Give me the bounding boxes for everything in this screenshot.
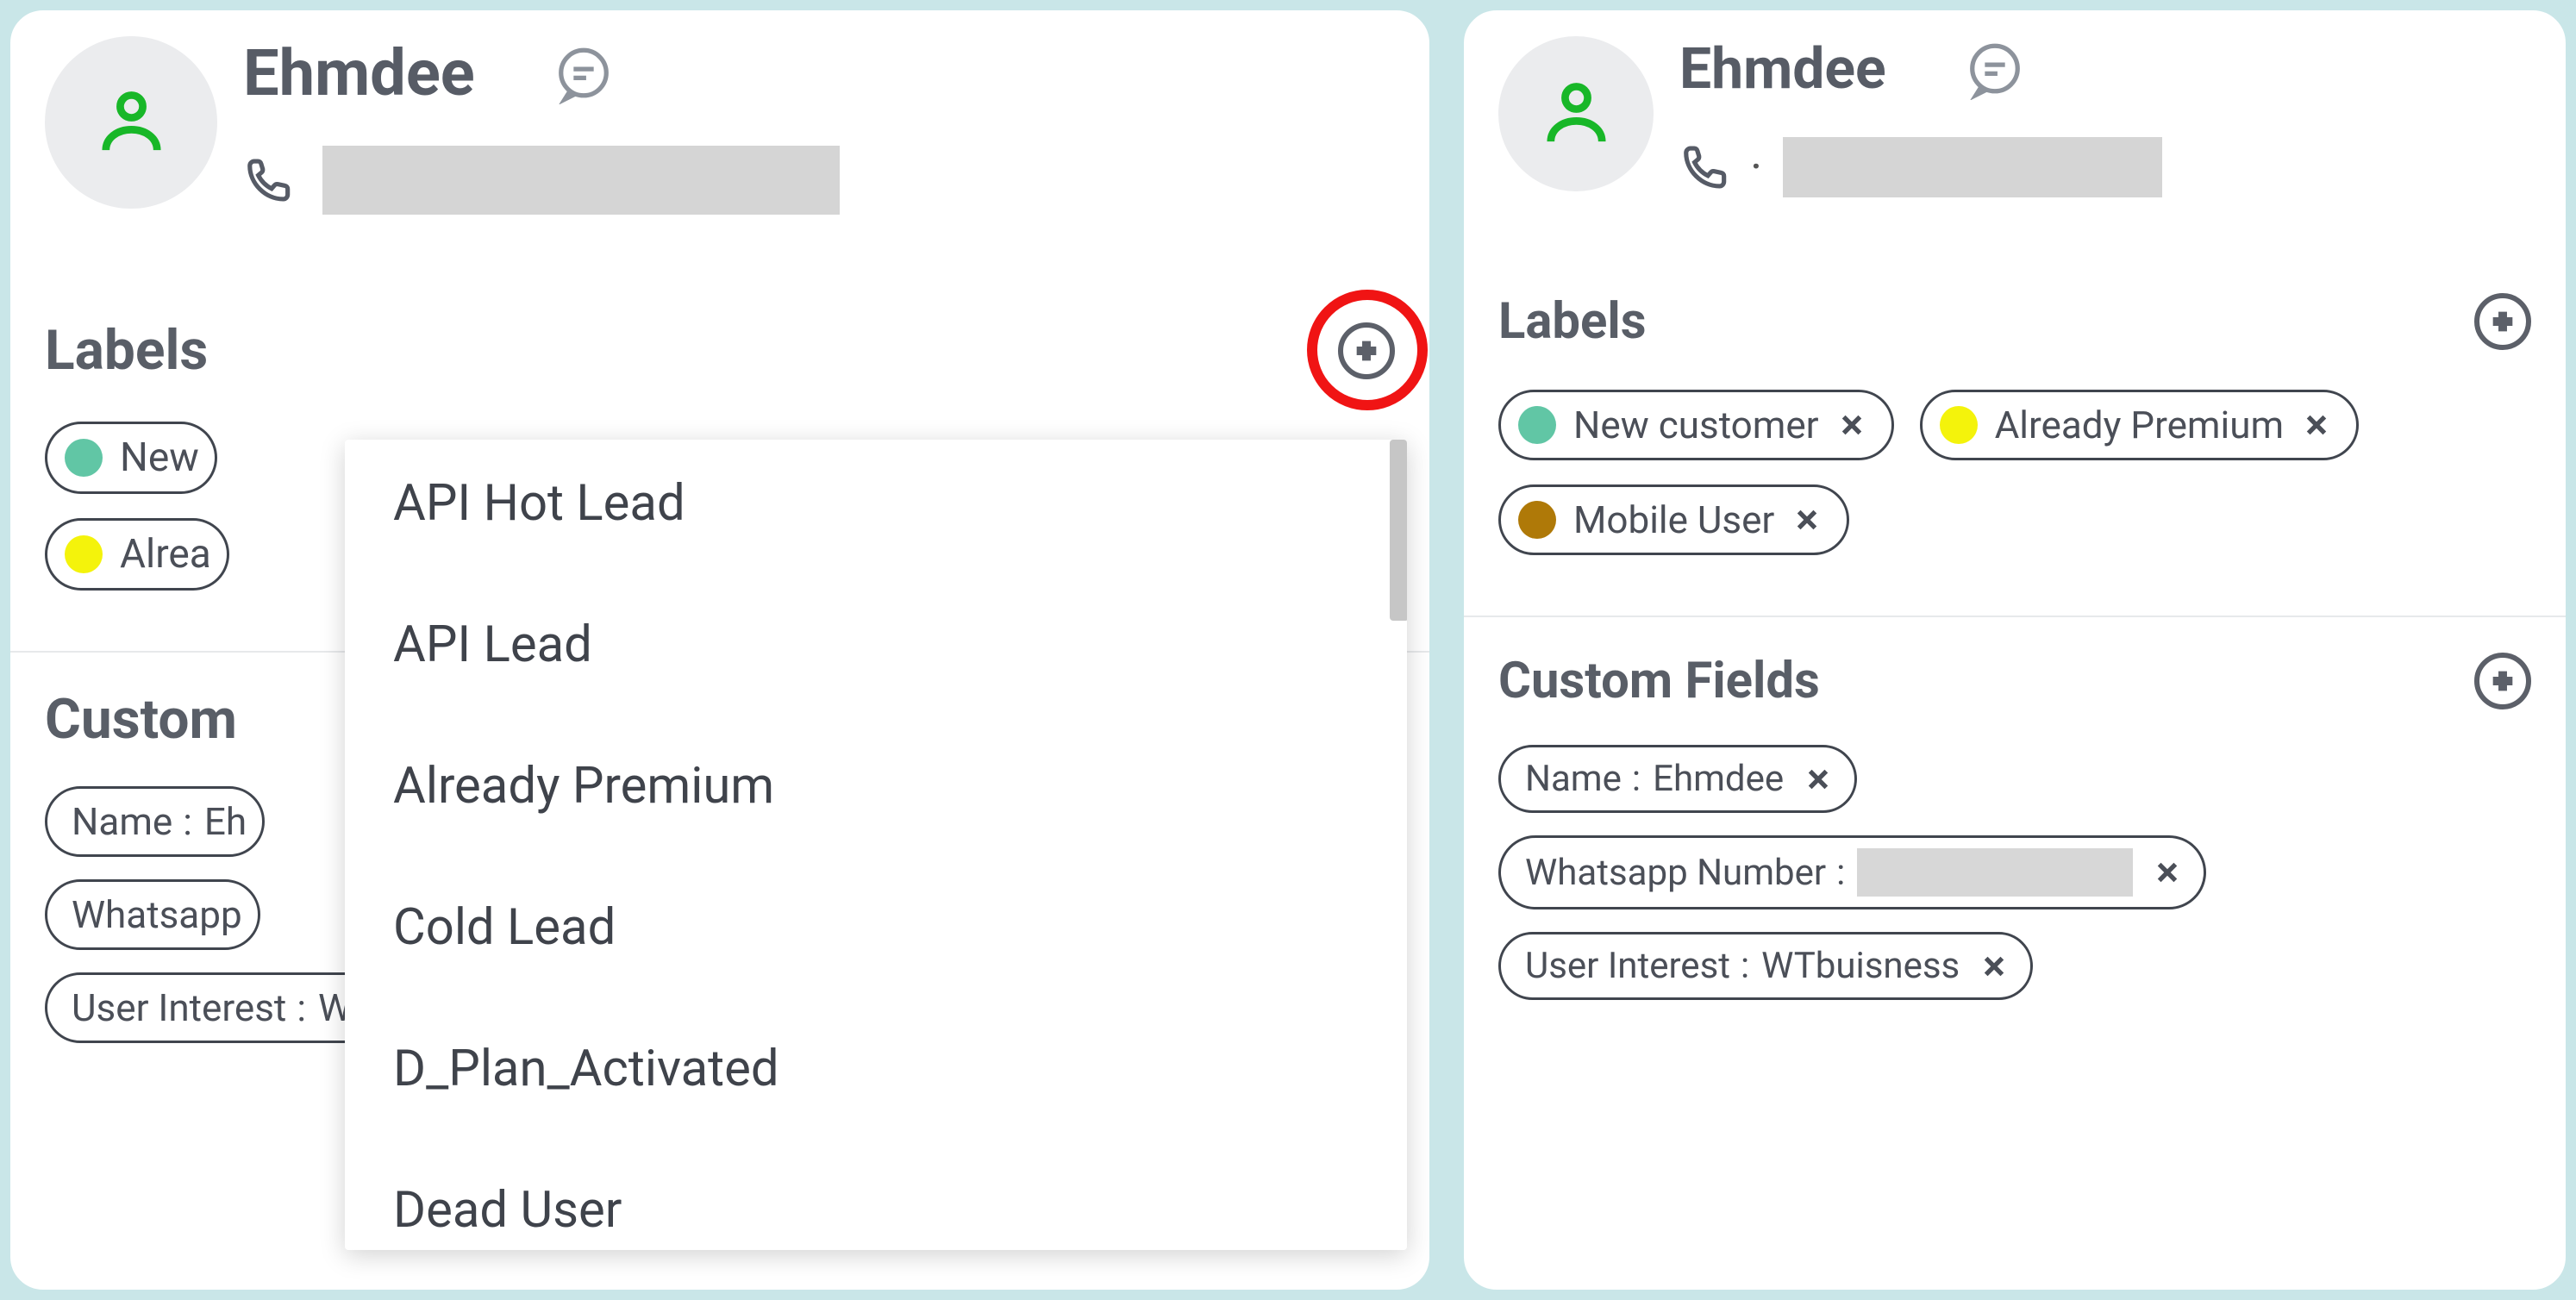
field-name: User Interest (1525, 945, 1730, 987)
dropdown-scrollbar[interactable] (1390, 440, 1407, 621)
custom-field-chip[interactable]: User Interest : WTbuisness (1498, 932, 2033, 1000)
add-custom-field-button[interactable] (2474, 653, 2531, 709)
divider (1464, 616, 2566, 617)
field-value-redacted (1857, 848, 2133, 897)
field-name: Name (72, 799, 172, 844)
label-color-dot (1940, 406, 1978, 444)
plus-icon (2488, 307, 2517, 336)
label-text: Alrea (120, 531, 211, 578)
phone-dot: · (1750, 141, 1762, 195)
contact-info: Ehmdee · (1679, 36, 2531, 197)
field-name: Name (1525, 758, 1622, 800)
phone-icon (243, 153, 297, 207)
labels-header: Labels (45, 318, 1395, 383)
custom-fields-list: Name : Ehmdee Whatsapp Number : User Int… (1498, 745, 2531, 1000)
field-value: Eh (204, 799, 247, 844)
remove-field-icon[interactable] (1979, 951, 2010, 982)
custom-fields-header: Custom Fields (1498, 652, 2531, 710)
label-color-dot (65, 535, 103, 573)
plus-icon (2488, 666, 2517, 696)
contact-header: Ehmdee (45, 28, 1395, 215)
dropdown-item[interactable]: Already Premium (345, 722, 1407, 850)
field-name: Whatsapp Number (1525, 852, 1826, 894)
dropdown-item[interactable]: API Lead (345, 581, 1407, 709)
label-text: New customer (1573, 403, 1819, 447)
custom-field-chip[interactable]: Whatsapp (45, 879, 260, 950)
label-text: Already Premium (1995, 403, 2284, 447)
contact-name: Ehmdee (243, 36, 475, 111)
label-dropdown[interactable]: API Hot Lead API Lead Already Premium Co… (345, 440, 1407, 1250)
label-chip[interactable]: Already Premium (1920, 390, 2359, 460)
remove-field-icon[interactable] (1803, 764, 1834, 795)
avatar (1498, 36, 1654, 191)
person-icon (91, 82, 172, 164)
label-chip[interactable]: Mobile User (1498, 484, 1849, 555)
label-text: Mobile User (1573, 497, 1774, 542)
custom-fields-title: Custom (45, 687, 237, 752)
field-name: Whatsapp (72, 892, 242, 937)
remove-label-icon[interactable] (1836, 409, 1867, 441)
add-label-button[interactable] (2474, 293, 2531, 350)
field-value: WTbuisness (1761, 945, 1960, 987)
plus-icon (1352, 336, 1381, 366)
labels-title: Labels (45, 318, 208, 383)
contact-panel-right: Ehmdee · Labels (1454, 0, 2576, 1300)
chat-icon[interactable] (1964, 39, 2026, 101)
dropdown-item[interactable]: Dead User (345, 1147, 1407, 1250)
custom-field-chip[interactable]: Whatsapp Number : (1498, 835, 2206, 909)
field-value: Ehmdee (1653, 758, 1784, 800)
dropdown-item[interactable]: D_Plan_Activated (345, 1005, 1407, 1133)
label-chip[interactable]: New customer (1498, 390, 1894, 460)
field-name: User Interest (72, 985, 286, 1030)
label-color-dot (1518, 406, 1556, 444)
phone-redacted (322, 146, 840, 215)
contact-header: Ehmdee · (1498, 28, 2531, 197)
chat-icon[interactable] (553, 43, 615, 105)
phone-row (243, 146, 1395, 215)
labels-header: Labels (1498, 292, 2531, 351)
dropdown-item[interactable]: Cold Lead (345, 864, 1407, 991)
labels-title: Labels (1498, 292, 1647, 351)
person-icon (1535, 73, 1617, 155)
add-label-button[interactable] (1338, 322, 1395, 379)
remove-label-icon[interactable] (1791, 504, 1823, 535)
label-text: New (120, 434, 199, 481)
phone-row: · (1679, 137, 2531, 197)
contact-panel-left: Ehmdee Labels (0, 0, 1440, 1300)
phone-icon (1679, 141, 1733, 194)
remove-label-icon[interactable] (2301, 409, 2332, 441)
label-color-dot (65, 439, 103, 477)
labels-chips: New customer Already Premium Mobile User (1498, 390, 2531, 555)
custom-field-chip[interactable]: Name : Eh (45, 786, 265, 857)
contact-info: Ehmdee (243, 36, 1395, 215)
custom-fields-title: Custom Fields (1498, 652, 1820, 710)
label-chip[interactable]: New (45, 422, 217, 494)
dropdown-item[interactable]: API Hot Lead (345, 440, 1407, 567)
remove-field-icon[interactable] (2152, 857, 2183, 888)
label-color-dot (1518, 501, 1556, 539)
custom-field-chip[interactable]: Name : Ehmdee (1498, 745, 1857, 813)
label-chip[interactable]: Alrea (45, 518, 229, 591)
phone-redacted (1783, 137, 2162, 197)
avatar (45, 36, 217, 209)
contact-name: Ehmdee (1679, 36, 1886, 103)
